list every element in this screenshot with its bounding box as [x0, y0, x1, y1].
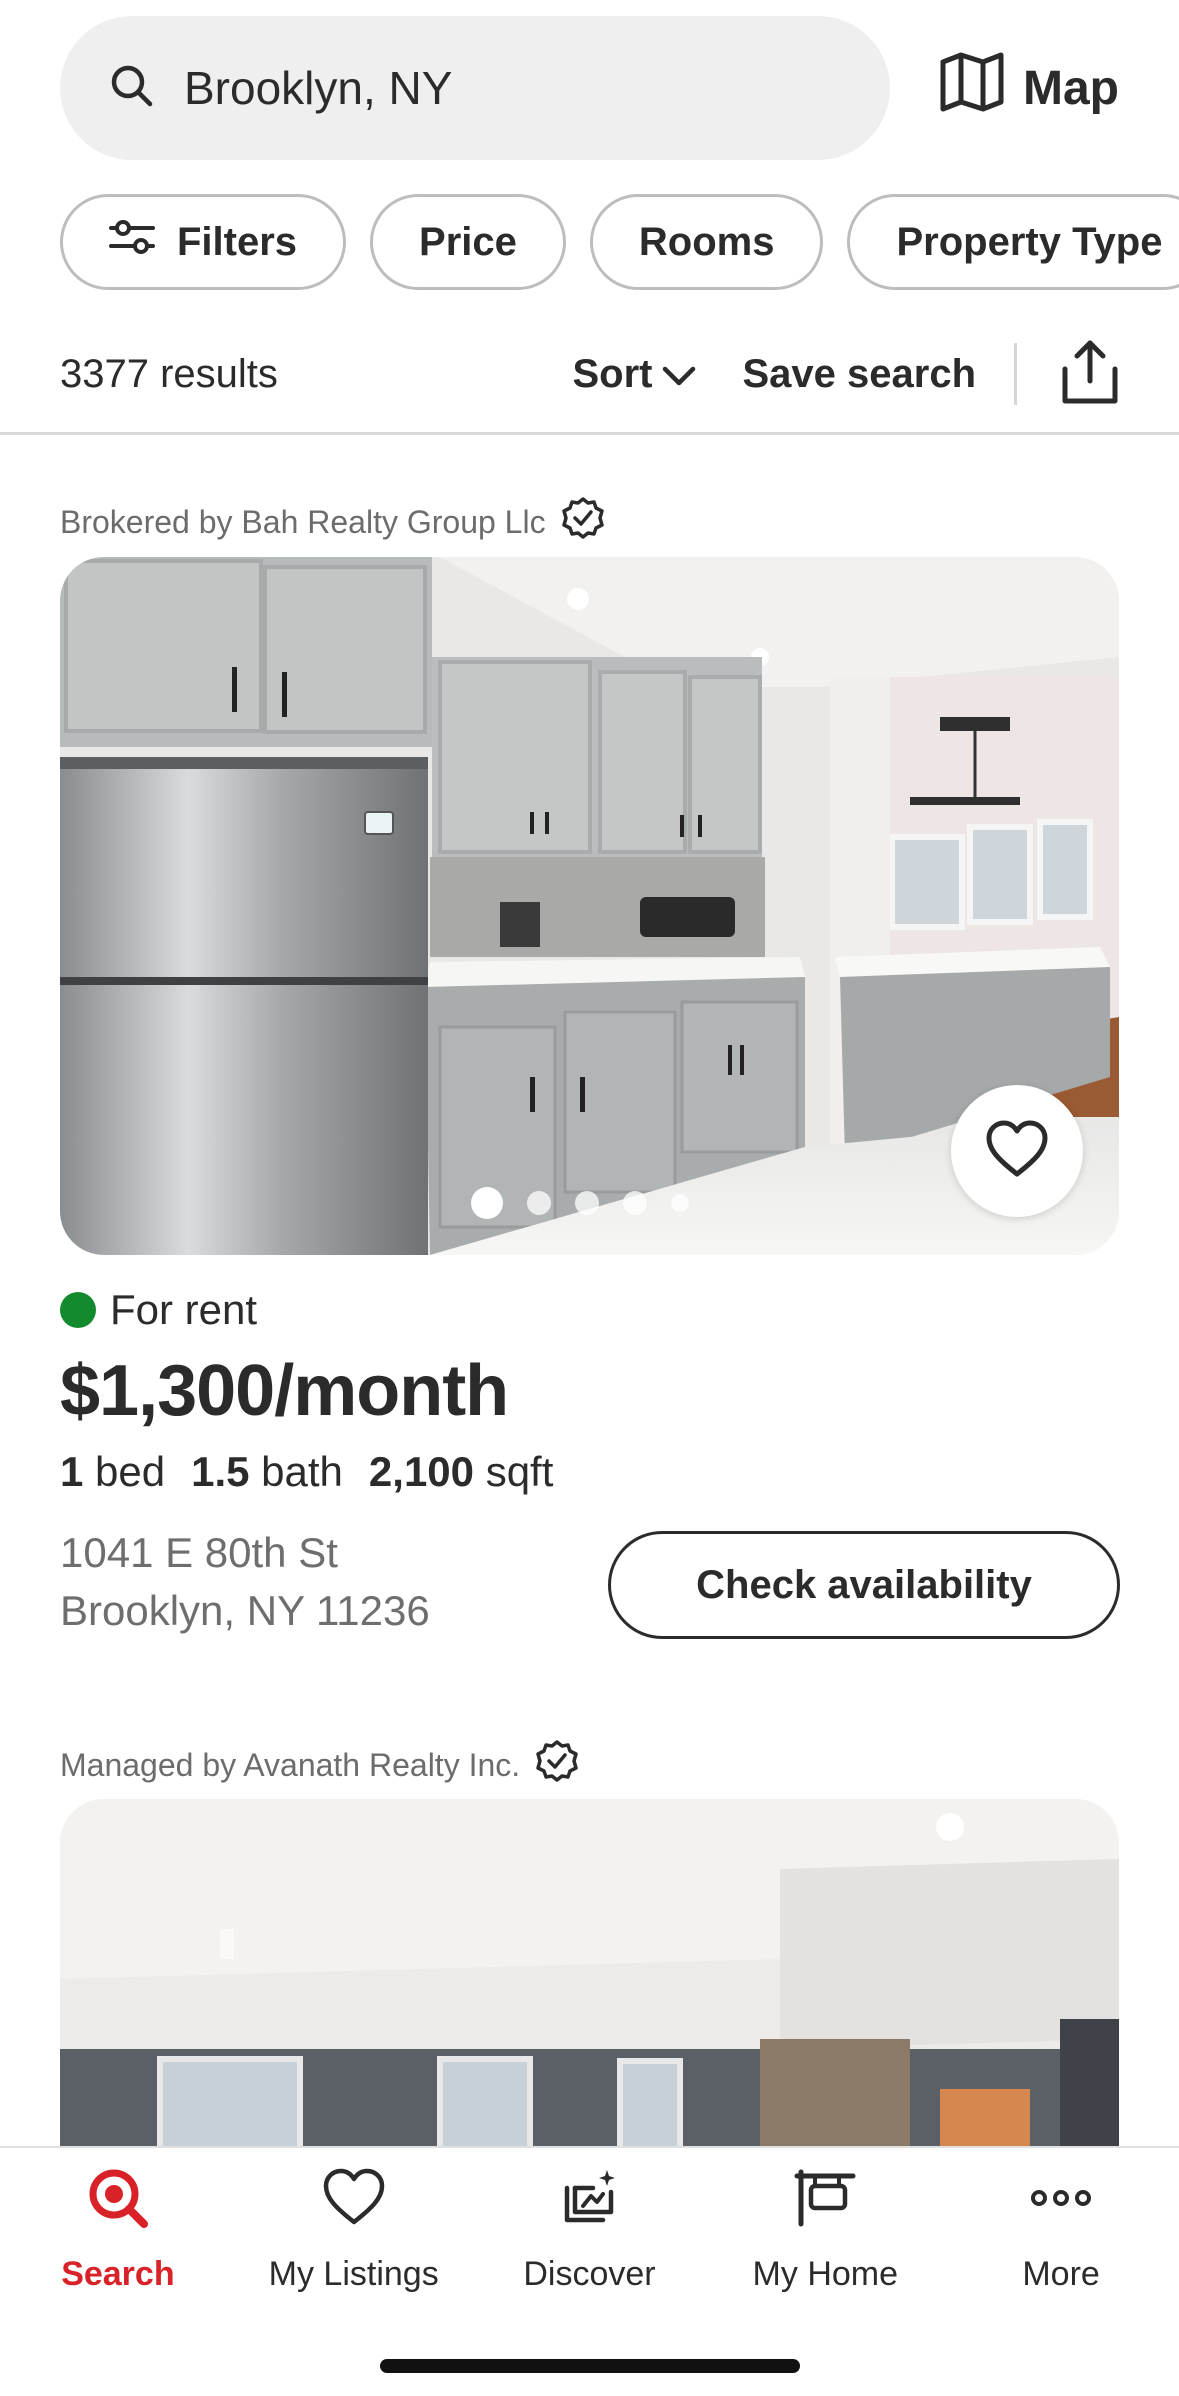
rooms-chip[interactable]: Rooms: [589, 194, 824, 290]
more-icon: [1029, 2166, 1093, 2239]
filter-chips: Filters Price Rooms Property Type: [60, 194, 1179, 290]
broker-line: Managed by Avanath Realty Inc.: [60, 1740, 578, 1790]
search-icon: [86, 2166, 150, 2239]
nav-discover-label: Discover: [523, 2255, 656, 2293]
pagination-dot[interactable]: [574, 1191, 599, 1215]
price-chip[interactable]: Price: [370, 194, 566, 290]
listing-address[interactable]: 1041 E 80th St Brooklyn, NY 11236: [60, 1524, 430, 1640]
listing-specs: 1 bed 1.5 bath 2,100 sqft: [60, 1448, 553, 1496]
results-bar: 3377 results Sort Save search: [60, 326, 1119, 422]
sqft: 2,100 sqft: [369, 1448, 553, 1496]
beds-value: 1: [60, 1448, 84, 1495]
beds: 1 bed: [60, 1448, 165, 1496]
property-type-chip[interactable]: Property Type: [847, 194, 1179, 290]
status-dot: [60, 1292, 96, 1328]
photo-pagination: [60, 1187, 1109, 1219]
chevron-down-icon: [662, 352, 696, 397]
pagination-dot[interactable]: [526, 1191, 551, 1215]
nav-my-home-label: My Home: [752, 2255, 899, 2293]
nav-search[interactable]: Search: [8, 2166, 228, 2294]
baths: 1.5 bath: [191, 1448, 343, 1496]
nav-my-listings-label: My Listings: [268, 2255, 439, 2293]
filters-icon: [109, 217, 177, 267]
baths-value: 1.5: [191, 1448, 250, 1495]
heart-icon: [322, 2166, 386, 2239]
baths-label: bath: [261, 1448, 343, 1495]
heart-icon: [985, 1120, 1049, 1183]
save-search-button[interactable]: Save search: [742, 352, 976, 397]
pagination-dot[interactable]: [622, 1191, 647, 1215]
verified-badge-icon: [536, 1740, 578, 1790]
check-availability-button[interactable]: Check availability: [608, 1531, 1120, 1639]
map-button[interactable]: Map: [939, 52, 1119, 124]
verified-badge-icon: [561, 497, 604, 547]
share-button[interactable]: [1061, 339, 1119, 410]
price-chip-label: Price: [419, 219, 517, 264]
interior-photo: [60, 1799, 1119, 2159]
nav-my-listings[interactable]: My Listings: [244, 2166, 464, 2294]
divider: [1014, 343, 1017, 405]
nav-discover[interactable]: Discover: [479, 2166, 699, 2294]
filters-chip[interactable]: Filters: [60, 194, 347, 290]
broker-name: Brokered by Bah Realty Group Llc: [60, 503, 546, 540]
nav-search-label: Search: [61, 2255, 175, 2293]
listing-price: $1,300/month: [60, 1351, 509, 1431]
address-line-1: 1041 E 80th St: [60, 1529, 338, 1576]
broker-line: Brokered by Bah Realty Group Llc: [60, 497, 604, 547]
sqft-value: 2,100: [368, 1448, 475, 1495]
filters-chip-label: Filters: [177, 219, 298, 264]
results-count: 3377 results: [60, 351, 278, 396]
search-query: Brooklyn, NY: [184, 62, 453, 114]
sort-button[interactable]: Sort: [572, 352, 696, 397]
nav-more[interactable]: More: [951, 2166, 1171, 2294]
search-header: Brooklyn, NY Map: [60, 16, 1119, 160]
home-indicator: [380, 2359, 800, 2373]
listing-photo[interactable]: [60, 557, 1119, 1255]
address-line-2: Brooklyn, NY 11236: [60, 1587, 430, 1634]
nav-more-label: More: [1022, 2255, 1100, 2293]
save-listing-button[interactable]: [951, 1085, 1083, 1217]
home-icon: [793, 2166, 857, 2239]
pagination-dot[interactable]: [470, 1187, 503, 1219]
map-label: Map: [1023, 61, 1119, 115]
results-divider: [0, 432, 1179, 435]
sqft-label: sqft: [485, 1448, 554, 1495]
map-icon: [939, 52, 1005, 124]
discover-icon: [557, 2166, 621, 2239]
search-icon: [108, 62, 156, 115]
pagination-dot[interactable]: [670, 1194, 689, 1212]
property-type-chip-label: Property Type: [896, 219, 1163, 264]
broker-name: Managed by Avanath Realty Inc.: [60, 1746, 521, 1783]
search-input[interactable]: Brooklyn, NY: [60, 16, 890, 160]
nav-my-home[interactable]: My Home: [715, 2166, 935, 2294]
listing-photo[interactable]: [60, 1799, 1119, 2159]
rooms-chip-label: Rooms: [638, 219, 775, 264]
beds-label: bed: [95, 1448, 166, 1495]
sort-label: Sort: [572, 351, 653, 396]
share-icon: [1061, 339, 1119, 410]
status-label: For rent: [110, 1286, 258, 1333]
bottom-nav: Search My Listings Discover My Home More: [0, 2146, 1179, 2396]
listing-status: For rent: [60, 1286, 257, 1334]
